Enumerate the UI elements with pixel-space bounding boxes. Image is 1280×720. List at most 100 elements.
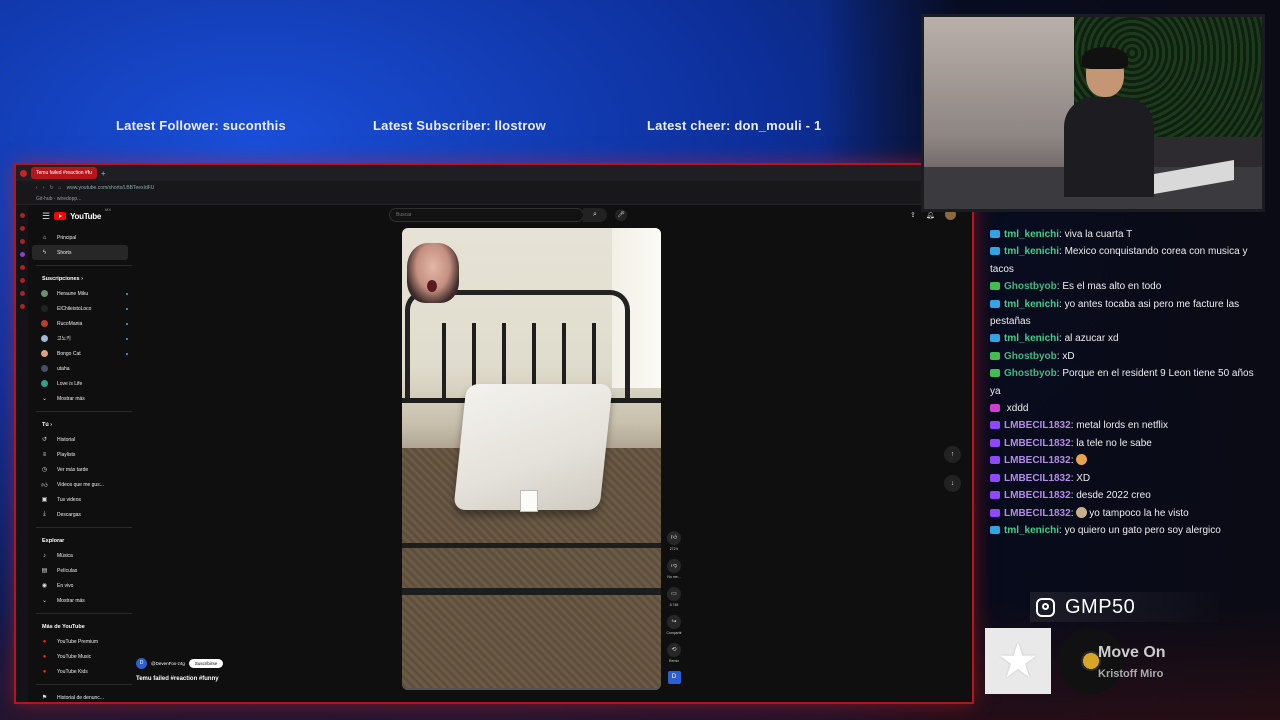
chat-username[interactable]: Ghostbyob	[1004, 281, 1057, 292]
microphone-icon[interactable]: 🎤︎	[615, 209, 627, 221]
remix-button[interactable]: ⟲	[667, 643, 681, 657]
sidebar-item-watch-later[interactable]: ◷ Ver más tarde	[32, 462, 142, 477]
sidebar-item-shorts[interactable]: ϟ Shorts	[32, 245, 128, 260]
subscription-item[interactable]: Bongo Cat	[32, 346, 142, 361]
chat-username[interactable]: LMBECIL1832	[1004, 473, 1071, 484]
address-bar: ‹ › ↻ ⌂ www.youtube.com/shorts/LBBTeexId…	[16, 181, 972, 194]
chat-text: xD	[1062, 350, 1075, 362]
download-icon: ⤓	[43, 511, 46, 517]
sidebar-item-historial[interactable]: ↺ Historial	[32, 432, 142, 447]
channel-avatar	[41, 365, 48, 372]
sidebar-item-your-videos[interactable]: ▣ Tus videos	[32, 492, 142, 507]
subscription-item[interactable]: Heraune Miku	[32, 286, 142, 301]
stream-chat: tml_kenichi: viva la cuarta Ttml_kenichi…	[990, 226, 1265, 539]
sidebar-app-icon[interactable]	[19, 291, 25, 296]
short-navigation: ↑ ↓	[944, 446, 961, 492]
subscriptions-header[interactable]: Suscripciones ›	[32, 273, 142, 286]
sidebar-item-premium[interactable]: ● YouTube Premium	[32, 634, 142, 649]
new-tab-icon[interactable]: +	[101, 169, 106, 178]
chat-username[interactable]: LMBECIL1832	[1004, 420, 1071, 431]
music-icon: ♪	[43, 552, 46, 559]
flag-icon: ⚑	[41, 695, 48, 701]
chat-username[interactable]: tml_kenichi	[1004, 299, 1059, 310]
chat-badge-icon	[990, 491, 1000, 500]
sidebar-item-music-app[interactable]: ● YouTube Music	[32, 649, 142, 664]
menu-icon[interactable]: ☰	[42, 211, 50, 222]
back-icon[interactable]: ‹	[36, 185, 38, 191]
chat-badge-icon	[990, 438, 1000, 447]
short-title[interactable]: Temu failed #reaction #funny	[136, 676, 219, 682]
show-more-button[interactable]: ⌄ Mostrar más	[32, 391, 142, 406]
sidebar-item-playlists[interactable]: ≡ Playlists	[32, 447, 142, 462]
sidebar-app-icon[interactable]	[19, 278, 25, 283]
subscription-item[interactable]: utaha	[32, 361, 142, 376]
chat-username[interactable]: Ghostbyob	[1004, 368, 1057, 379]
sidebar-app-icon[interactable]	[19, 239, 25, 244]
chat-username[interactable]: tml_kenichi	[1004, 246, 1059, 257]
subscription-item[interactable]: Love is Life	[32, 376, 142, 391]
chat-username[interactable]: LMBECIL1832	[1004, 490, 1071, 501]
upload-icon[interactable]: ⇪	[910, 211, 916, 219]
opera-logo-icon[interactable]	[20, 169, 27, 177]
sidebar-item-label: Principal	[57, 234, 77, 241]
chat-username[interactable]: LMBECIL1832	[1004, 508, 1071, 519]
next-short-button[interactable]: ↓	[944, 475, 961, 492]
subscription-item[interactable]: 고노키	[32, 331, 142, 346]
url-field[interactable]: www.youtube.com/shorts/LBBTeexIdFU	[67, 185, 155, 191]
bookmark-item[interactable]: Git-hub - wiredopp...	[16, 194, 972, 205]
sidebar-app-icon[interactable]	[19, 265, 25, 270]
dislike-button[interactable]: 👎︎	[667, 559, 681, 573]
sidebar-app-icon[interactable]	[19, 226, 25, 231]
live-icon: ◉	[41, 583, 48, 589]
share-button[interactable]: ↪	[667, 615, 681, 629]
forward-icon[interactable]: ›	[43, 185, 45, 191]
chat-username[interactable]: Ghostbyob	[1004, 351, 1057, 362]
subscription-item[interactable]: ElChileistoLoco	[32, 301, 142, 316]
previous-short-button[interactable]: ↑	[944, 446, 961, 463]
sidebar-app-icon[interactable]	[19, 252, 25, 257]
channel-avatar[interactable]: D	[136, 658, 147, 669]
sidebar-item-live[interactable]: ◉ En vivo	[32, 578, 142, 593]
youtube-logo[interactable]: ☰ YouTube MX	[42, 207, 142, 225]
chat-message: tml_kenichi: yo quiero un gato pero soy …	[990, 522, 1265, 539]
channel-thumb[interactable]: D	[667, 671, 681, 684]
like-button[interactable]: 👍︎	[667, 531, 681, 545]
latest-follower: Latest Follower: suconthis	[116, 118, 286, 133]
share-label: Compartir	[666, 631, 682, 635]
instagram-icon	[1036, 597, 1055, 617]
comments-button[interactable]: ▭	[667, 587, 681, 601]
chat-badge-icon	[990, 404, 1000, 413]
chat-message: LMBECIL1832: desde 2022 creo	[990, 487, 1265, 504]
subscription-item[interactable]: RucoMania	[32, 316, 142, 331]
channel-name[interactable]: @DevenFox-z4g	[151, 661, 185, 666]
short-video-player[interactable]	[402, 228, 661, 690]
video-progress[interactable]	[402, 688, 661, 690]
reload-icon[interactable]: ↻	[49, 185, 53, 191]
sidebar-item-music[interactable]: ♪ Música	[32, 548, 142, 563]
chat-username[interactable]: LMBECIL1832	[1004, 438, 1071, 449]
chat-badge-icon	[990, 473, 1000, 482]
show-more-button[interactable]: ⌄ Mostrar más	[32, 593, 142, 608]
browser-tab[interactable]: Temu failed #reaction #fu	[31, 167, 97, 179]
sidebar-app-icon[interactable]	[19, 304, 25, 309]
search-icon[interactable]: ⌕	[583, 208, 607, 222]
sidebar-item-kids[interactable]: ● YouTube Kids	[32, 664, 142, 679]
sidebar-item-principal[interactable]: ⌂ Principal	[32, 230, 142, 245]
chat-username[interactable]: tml_kenichi	[1004, 333, 1059, 344]
subscribe-button[interactable]: Suscribirse	[188, 659, 224, 668]
chat-message: Ghostbyob: xD	[990, 348, 1265, 365]
sidebar-item-downloads[interactable]: ⤓ Descargas	[32, 507, 142, 522]
sidebar-item-liked[interactable]: 👍︎ Videos que me gus...	[32, 477, 142, 492]
chat-message: tml_kenichi: al azucar xd	[990, 330, 1265, 347]
sidebar-item-movies[interactable]: ▤ Películas	[32, 563, 142, 578]
chat-badge-icon	[990, 508, 1000, 517]
history-icon: ↺	[41, 437, 48, 443]
sidebar-app-icon[interactable]	[19, 213, 25, 218]
search-input[interactable]: Buscar	[389, 208, 584, 222]
chat-username[interactable]: LMBECIL1832	[1004, 455, 1071, 466]
you-header[interactable]: Tú ›	[32, 419, 142, 432]
chat-username[interactable]: tml_kenichi	[1004, 525, 1059, 536]
sidebar-item-report-history[interactable]: ⚑ Historial de denunc...	[32, 690, 142, 702]
chat-username[interactable]: tml_kenichi	[1004, 229, 1059, 240]
home-nav-icon[interactable]: ⌂	[59, 185, 62, 191]
